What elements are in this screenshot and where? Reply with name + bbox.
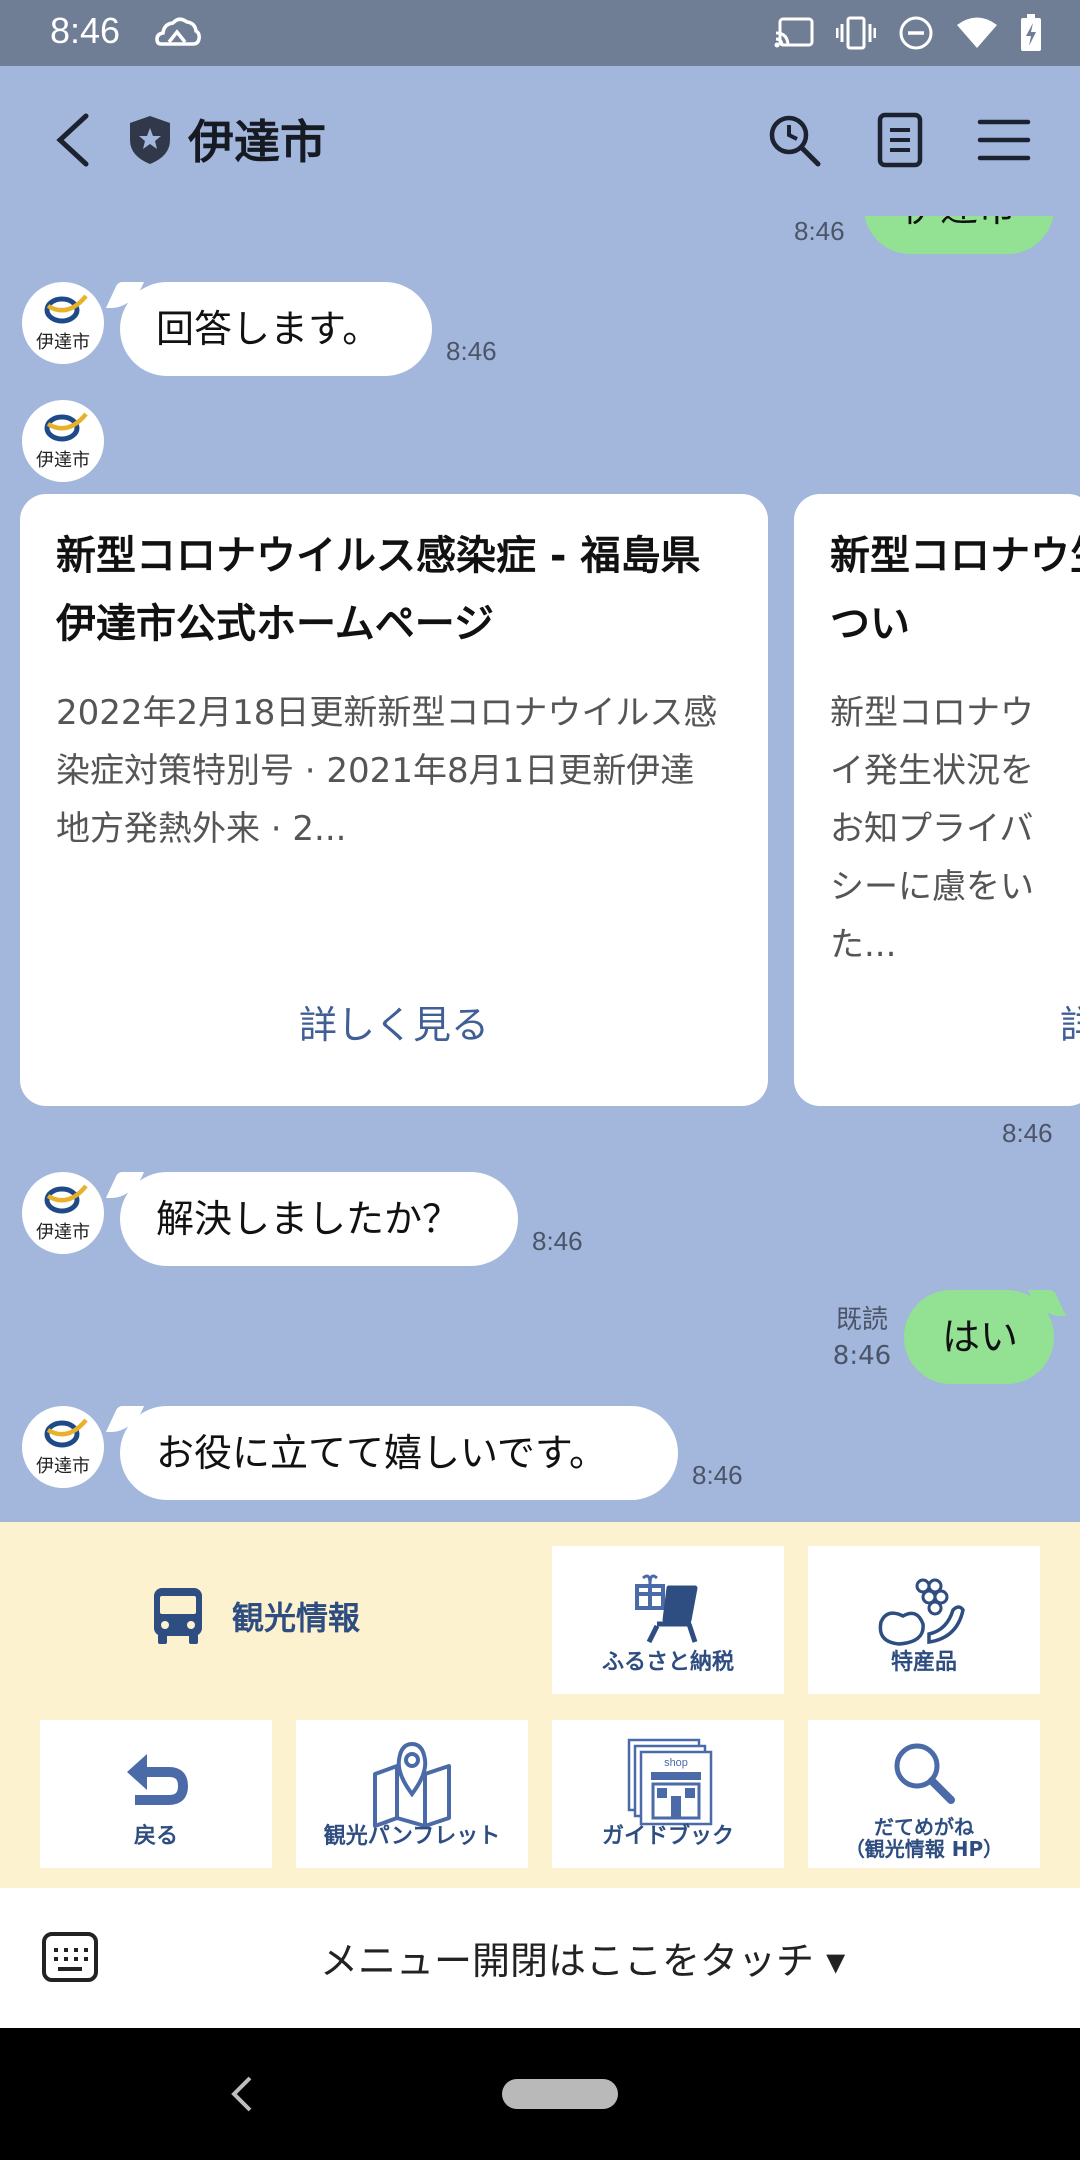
logo-icon — [44, 294, 88, 324]
shield-icon — [130, 116, 170, 164]
chat-header: 伊達市 — [0, 66, 1080, 216]
card-title: 新型コロナウイルス感染症 - 福島県伊達市公式ホームページ — [56, 533, 701, 647]
specialty-products-button[interactable]: 特産品 — [808, 1546, 1040, 1694]
message-time: 8:46 — [794, 216, 845, 246]
message-time: 8:46 — [832, 1341, 892, 1371]
menu-toggle-button[interactable]: メニュー開閉はここをタッチ ▾ — [320, 1930, 845, 1985]
battery-icon — [1021, 14, 1041, 51]
vibrate-icon — [836, 16, 876, 50]
tourism-pamphlet-button[interactable]: 観光パンフレット — [296, 1720, 528, 1868]
guidebook-button[interactable]: shop ガイドブック — [552, 1720, 784, 1868]
logo-icon — [44, 1418, 88, 1448]
message-time: 8:46 — [446, 336, 497, 366]
logo-icon — [44, 1184, 88, 1214]
cast-icon — [774, 17, 814, 48]
bot-avatar[interactable]: 伊達市 — [22, 1406, 104, 1488]
card-details-link[interactable]: 詳 — [1060, 994, 1080, 1049]
logo-icon — [44, 412, 88, 442]
tile-label: ふるさと納税 — [601, 1650, 734, 1675]
shop-sign-text: shop — [664, 1757, 688, 1769]
tile-label: 特産品 — [890, 1650, 957, 1675]
bot-message-bubble[interactable]: お役に立てて嬉しいです。 — [120, 1406, 678, 1500]
bot-avatar[interactable]: 伊達市 — [22, 282, 104, 364]
status-bar: 8:46 — [0, 0, 1080, 66]
cloud-icon — [155, 17, 201, 46]
notes-icon[interactable] — [872, 112, 928, 168]
user-message-bubble[interactable]: 伊達市 — [864, 216, 1055, 254]
datemegane-button[interactable]: だてめがね （観光情報 HP） — [808, 1720, 1040, 1868]
card-title: 新型コロナウ生状況につい — [830, 533, 1080, 647]
furusato-tax-button[interactable]: ふるさと納税 — [552, 1546, 784, 1694]
nav-back-icon[interactable] — [228, 2074, 258, 2114]
input-bar: メニュー開閉はここをタッチ ▾ — [0, 1888, 1080, 2028]
card-description: 新型コロナウイ発生状況をお知プライバシーに慮をいた... — [830, 693, 1034, 965]
bot-message-bubble[interactable]: 解決しましたか？ — [120, 1172, 518, 1266]
status-time: 8:46 — [50, 10, 121, 51]
return-arrow-icon — [127, 1754, 189, 1805]
card-description: 2022年2月18日更新新型コロナウイルス感染症対策特別号 · 2021年8月1… — [56, 693, 718, 849]
read-label: 既読 — [835, 1305, 888, 1335]
back-button[interactable]: 戻る — [40, 1720, 272, 1868]
user-message-bubble[interactable]: はい — [904, 1290, 1054, 1384]
keyboard-icon[interactable] — [42, 1930, 98, 1984]
carousel-card[interactable]: 新型コロナウ生状況につい 新型コロナウイ発生状況をお知プライバシーに慮をいた..… — [794, 494, 1080, 1106]
bot-avatar[interactable]: 伊達市 — [22, 400, 104, 482]
search-icon[interactable] — [766, 112, 822, 168]
card-details-link[interactable]: 詳しく見る — [20, 994, 768, 1049]
bot-message-bubble[interactable]: 回答します。 — [120, 282, 432, 376]
tile-label: 戻る — [133, 1824, 178, 1849]
peach-grape-icon — [878, 1578, 965, 1646]
bot-avatar[interactable]: 伊達市 — [22, 1172, 104, 1254]
message-time: 8:46 — [532, 1226, 583, 1256]
read-receipt: 既読 8:46 — [826, 1302, 898, 1374]
message-time: 8:46 — [692, 1460, 743, 1490]
do-not-disturb-icon — [899, 16, 933, 50]
menu-icon[interactable] — [976, 112, 1032, 168]
tile-label: だてめがね （観光情報 HP） — [844, 1815, 1004, 1861]
nav-home-pill[interactable] — [502, 2079, 618, 2109]
wifi-icon — [957, 17, 997, 48]
chat-area[interactable]: 8:46 伊達市 伊達市 回答します。 8:46 伊達市 新型コロナウイルス感染… — [0, 216, 1080, 1522]
system-nav-bar — [0, 2028, 1080, 2160]
gift-chair-icon — [635, 1574, 698, 1644]
tile-label: 観光パンフレット — [323, 1824, 501, 1849]
back-icon[interactable] — [50, 112, 100, 168]
magnifier-icon — [894, 1743, 955, 1804]
tile-label: ガイドブック — [601, 1824, 734, 1849]
map-pin-icon — [373, 1741, 451, 1828]
bus-icon — [154, 1588, 202, 1644]
chat-title: 伊達市 — [188, 115, 326, 169]
tourism-info-label: 観光情報 — [232, 1599, 361, 1637]
carousel-card[interactable]: 新型コロナウイルス感染症 - 福島県伊達市公式ホームページ 2022年2月18日… — [20, 494, 768, 1106]
tourism-info-button[interactable]: 観光情報 — [150, 1586, 360, 1646]
message-time: 8:46 — [1002, 1118, 1053, 1148]
shop-book-icon: shop — [627, 1738, 713, 1826]
rich-menu: 観光情報 ふるさと納税 特産品 戻る 観光パンフレット shop ガイドブック … — [0, 1522, 1080, 1888]
